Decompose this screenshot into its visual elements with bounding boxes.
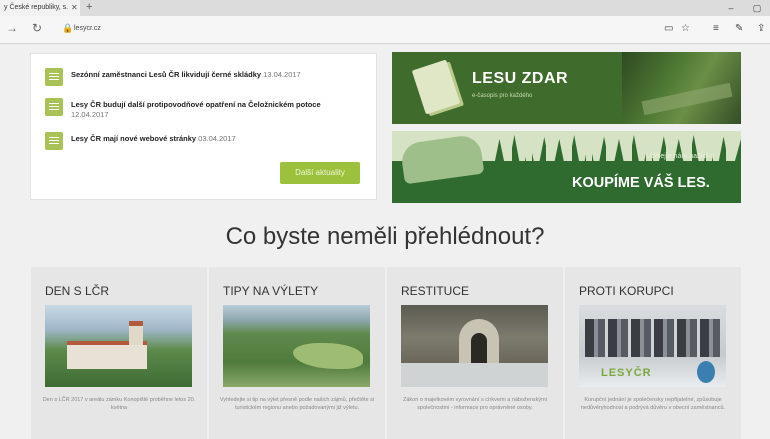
banner-title: KOUPÍME VÁŠ LES. (572, 175, 710, 191)
news-title[interactable]: Lesy ČR mají nové webové stránky (71, 134, 196, 143)
badge-icon (697, 361, 715, 383)
address-bar: → ↻ 🔒 lesycr.cz ▭ ☆ ≡ ✎ ⇪ (0, 16, 770, 44)
page-content: Sezónní zaměstnanci Lesů ČR likvidují če… (0, 45, 770, 439)
banner-subtitle: e-časopis pro každého (472, 93, 533, 99)
forward-icon[interactable]: → (6, 21, 18, 35)
valley-image[interactable] (223, 305, 370, 387)
favorite-star-icon[interactable]: ☆ (681, 23, 690, 34)
card-title: DEN S LČR (45, 284, 110, 298)
tab-title: y České republiky, s. (4, 4, 69, 11)
card-title: TIPY NA VÝLETY (223, 284, 319, 298)
news-title[interactable]: Sezónní zaměstnanci Lesů ČR likvidují če… (71, 70, 261, 79)
card-title: RESTITUCE (401, 284, 470, 298)
card-proti-korupci[interactable]: PROTI KORUPCI LESYČR Korupční jednání je… (565, 267, 741, 439)
calendar-icon (45, 132, 63, 150)
refresh-icon[interactable]: ↻ (32, 21, 42, 35)
card-title: PROTI KORUPCI (579, 284, 674, 298)
castle-image[interactable] (45, 305, 192, 387)
minimize-icon[interactable]: – (718, 0, 744, 16)
news-date: 13.04.2017 (263, 70, 301, 79)
group-photo-image[interactable]: LESYČR (579, 305, 726, 387)
share-icon[interactable]: ⇪ (757, 23, 765, 34)
news-date: 03.04.2017 (198, 134, 236, 143)
card-description: Korupční jednání je společensky nepřijat… (580, 397, 726, 411)
news-title[interactable]: Lesy ČR budují další protipovodňové opat… (71, 100, 321, 109)
news-date: 12.04.2017 (71, 110, 109, 119)
card-description: Vyhledejte si tip na výlet přesně podle … (219, 397, 375, 411)
hub-icon[interactable]: ≡ (713, 23, 719, 34)
url-field[interactable]: lesycr.cz (74, 25, 101, 32)
card-den-s-lcr[interactable]: DEN S LČR Den s LČR 2017 v areálu zámku … (31, 267, 207, 439)
tab-bar: y České republiky, s. ✕ + – ▢ (0, 0, 770, 16)
close-icon[interactable]: ✕ (71, 3, 78, 12)
calendar-icon (45, 68, 63, 86)
tunnel-image[interactable] (401, 305, 548, 387)
new-tab-icon[interactable]: + (86, 1, 92, 13)
window-controls: – ▢ (718, 0, 770, 16)
magazine-icon (411, 59, 461, 115)
news-item[interactable]: Lesy ČR budují další protipovodňové opat… (45, 98, 375, 122)
news-item[interactable]: Sezónní zaměstnanci Lesů ČR likvidují če… (45, 68, 375, 92)
news-box: Sezónní zaměstnanci Lesů ČR likvidují če… (30, 53, 377, 200)
koupime-banner[interactable]: Udělejte nám nabídku. KOUPÍME VÁŠ LES. (392, 131, 741, 203)
card-restituce[interactable]: RESTITUCE Zákon o majetkovém vyrovnání s… (387, 267, 563, 439)
reading-view-icon[interactable]: ▭ (664, 23, 673, 34)
card-tipy-na-vylety[interactable]: TIPY NA VÝLETY Vyhledejte si tip na výle… (209, 267, 385, 439)
browser-tab[interactable]: y České republiky, s. ✕ (0, 0, 80, 16)
lock-icon[interactable]: 🔒 (62, 23, 73, 34)
card-description: Zákon o majetkovém vyrovnání s církvemi … (403, 397, 547, 411)
section-title: Co byste neměli přehlédnout? (225, 223, 545, 250)
card-description: Den s LČR 2017 v areálu zámku Konopiště … (42, 397, 196, 411)
banner-subtitle: Udělejte nám nabídku. (646, 153, 717, 160)
news-item[interactable]: Lesy ČR mají nové webové stránky 03.04.2… (45, 132, 375, 156)
maximize-icon[interactable]: ▢ (744, 0, 770, 16)
notes-icon[interactable]: ✎ (735, 23, 743, 34)
more-news-button[interactable]: Další aktuality (280, 162, 360, 184)
lesu-zdar-banner[interactable]: LESU ZDAR e-časopis pro každého (392, 52, 741, 124)
lesy-cr-logo: LESYČR (601, 367, 652, 379)
banner-title: LESU ZDAR (472, 70, 569, 87)
calendar-icon (45, 98, 63, 116)
